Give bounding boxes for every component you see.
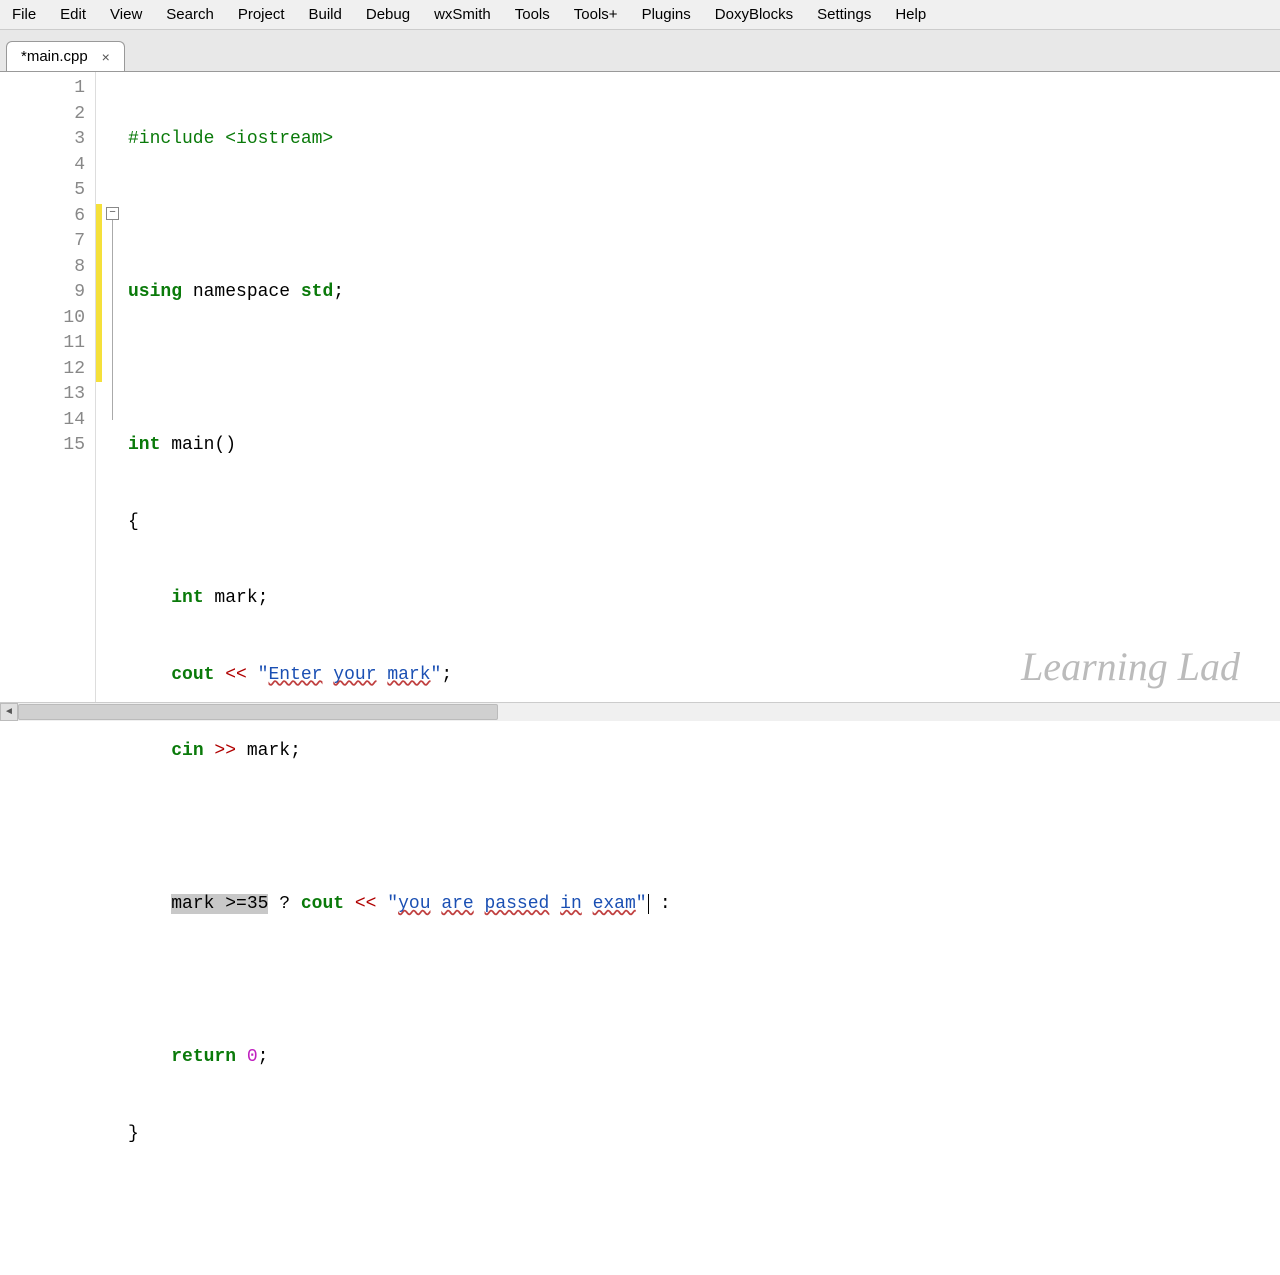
fold-guide [112,220,113,420]
menu-search[interactable]: Search [154,2,226,27]
menu-settings[interactable]: Settings [805,2,883,27]
code-line-4 [128,357,1280,383]
menu-debug[interactable]: Debug [354,2,422,27]
code-line-12 [128,969,1280,995]
code-line-2 [128,204,1280,230]
menu-view[interactable]: View [98,2,154,27]
code-line-6: { [128,510,1280,536]
line-number: 8 [0,255,85,281]
line-number: 9 [0,280,85,306]
fold-toggle-icon[interactable]: − [106,207,119,220]
code-line-9: cin >> mark; [128,739,1280,765]
menu-wxsmith[interactable]: wxSmith [422,2,503,27]
line-number: 10 [0,306,85,332]
line-number: 15 [0,433,85,459]
menu-help[interactable]: Help [883,2,938,27]
menu-tools[interactable]: Tools [503,2,562,27]
scrollbar-track[interactable] [18,703,1280,721]
code-line-15 [128,1198,1280,1224]
selection: mark >=35 [171,894,268,914]
menu-file[interactable]: File [0,2,48,27]
line-number: 5 [0,178,85,204]
tab-main-cpp[interactable]: *main.cpp × [6,41,125,71]
line-number-gutter: 1 2 3 4 5 6 7 8 9 10 11 12 13 14 15 [0,72,96,702]
code-line-3: using namespace std; [128,280,1280,306]
code-line-10 [128,816,1280,842]
code-editor[interactable]: 1 2 3 4 5 6 7 8 9 10 11 12 13 14 15 − #i… [0,72,1280,702]
horizontal-scrollbar[interactable]: ◄ [0,702,1280,720]
line-number: 4 [0,153,85,179]
line-number: 6 [0,204,85,230]
line-number: 3 [0,127,85,153]
code-line-11: mark >=35 ? cout << "you are passed in e… [128,892,1280,918]
code-line-8: cout << "Enter your mark"; [128,663,1280,689]
menu-build[interactable]: Build [297,2,354,27]
code-line-1: #include <iostream> [128,127,1280,153]
code-line-7: int mark; [128,586,1280,612]
menu-bar: File Edit View Search Project Build Debu… [0,0,1280,30]
line-number: 1 [0,76,85,102]
code-line-5: int main() [128,433,1280,459]
close-icon[interactable]: × [98,49,114,65]
fold-column: − [102,72,124,702]
code-line-14: } [128,1122,1280,1148]
line-number: 7 [0,229,85,255]
tab-title: *main.cpp [21,48,88,65]
scroll-left-icon[interactable]: ◄ [0,703,18,721]
code-area[interactable]: #include <iostream> using namespace std;… [124,72,1280,702]
code-line-13: return 0; [128,1045,1280,1071]
line-number: 12 [0,357,85,383]
line-number: 2 [0,102,85,128]
menu-edit[interactable]: Edit [48,2,98,27]
menu-tools-plus[interactable]: Tools+ [562,2,630,27]
scrollbar-thumb[interactable] [18,704,498,720]
menu-doxyblocks[interactable]: DoxyBlocks [703,2,805,27]
line-number: 11 [0,331,85,357]
line-number: 14 [0,408,85,434]
menu-plugins[interactable]: Plugins [630,2,703,27]
tab-bar: *main.cpp × [0,30,1280,72]
menu-project[interactable]: Project [226,2,297,27]
line-number: 13 [0,382,85,408]
